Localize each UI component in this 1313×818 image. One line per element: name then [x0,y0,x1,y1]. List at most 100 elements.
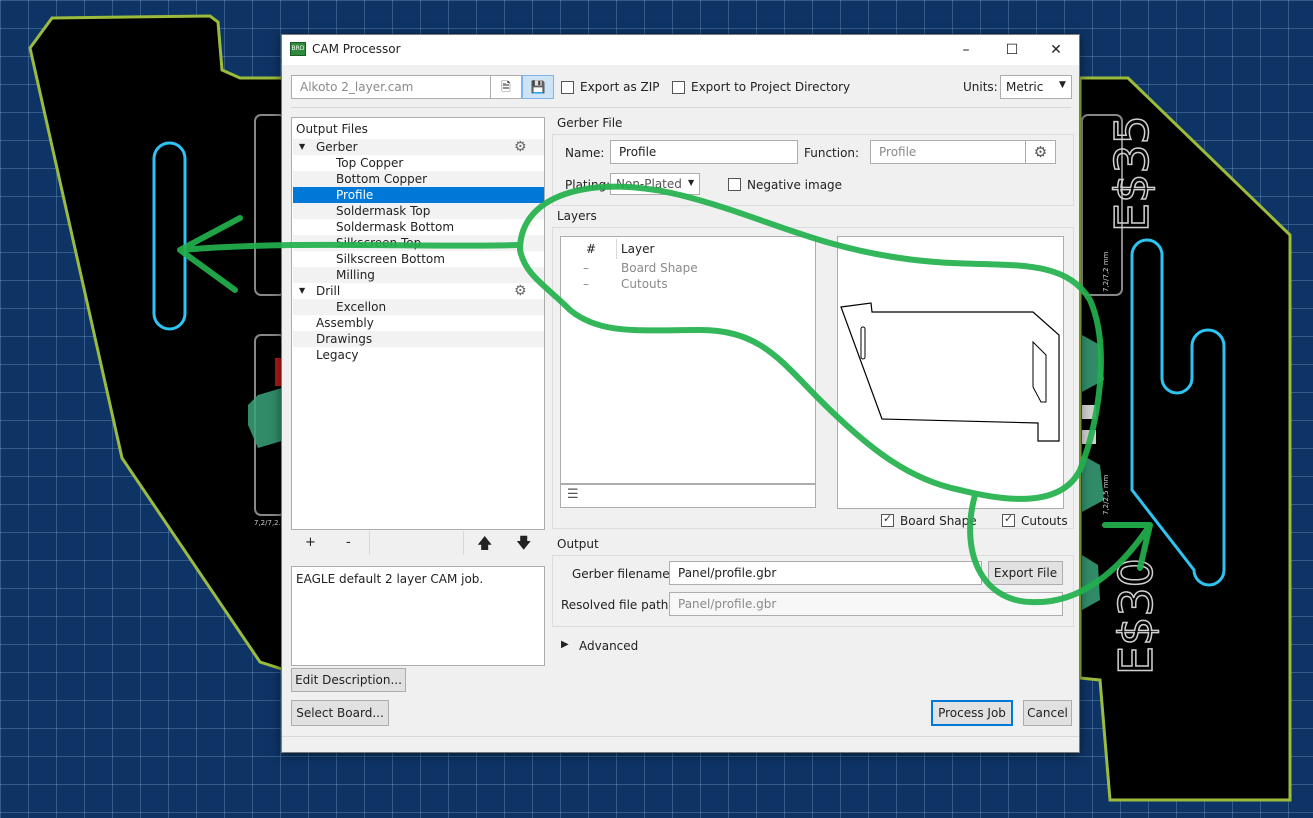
layers-stack-icon[interactable]: ☰ [567,487,579,502]
tree-item-label: Silkscreen Top [336,236,422,250]
gerber-filename-input[interactable]: Panel/profile.gbr [669,561,982,585]
tree-item-label: Soldermask Top [336,204,431,218]
gear-icon[interactable]: ⚙ [514,283,527,299]
negative-image-checkbox[interactable] [728,178,741,191]
name-label: Name: [565,146,605,160]
select-board-button[interactable]: Select Board... [291,700,389,726]
layers-section-title: Layers [557,209,597,223]
cutouts-check-label: Cutouts [1021,514,1068,528]
save-job-button[interactable]: 💾 [522,75,554,99]
layer-row-number: – [583,261,589,275]
move-up-icon[interactable]: 🡅 [477,533,492,558]
tree-group-label: Gerber [316,140,358,154]
open-job-button[interactable]: 🗎 [490,75,522,99]
plating-value: Non-Plated [616,177,682,191]
tree-group-gerber[interactable]: ▼ Gerber ⚙ [293,139,544,155]
tree-item-silkscreen-bottom[interactable]: Silkscreen Bottom [293,251,544,267]
function-label: Function: [804,146,860,160]
minimize-button[interactable]: – [943,35,989,65]
tree-item-drawings[interactable]: Drawings [293,331,544,347]
units-select[interactable]: Metric ▼ [1000,75,1072,99]
advanced-toggle[interactable]: Advanced [579,639,638,653]
negative-image-label: Negative image [747,178,843,192]
description-text: EAGLE default 2 layer CAM job. [296,572,484,586]
plating-label: Plating: [565,178,611,192]
output-files-panel: Output Files ▼ Gerber ⚙ Top Copper Botto… [291,117,545,530]
export-project-dir-checkbox[interactable] [672,81,685,94]
process-job-button[interactable]: Process Job [931,700,1013,726]
gerber-filename-value: Panel/profile.gbr [678,566,777,580]
export-file-button[interactable]: Export File [988,561,1063,585]
layer-row-board-shape[interactable]: Board Shape [621,261,698,275]
gear-icon: ⚙ [1033,143,1048,161]
tree-item-assembly[interactable]: Assembly [293,315,544,331]
silk-label-top: E$35 [1105,115,1159,232]
tree-item-bottom-copper[interactable]: Bottom Copper [293,171,544,187]
silk-label-bottom: E$30 [1109,558,1163,675]
tree-item-excellon[interactable]: Excellon [293,299,544,315]
tree-item-silkscreen-top[interactable]: Silkscreen Top [293,235,544,251]
tree-item-profile[interactable]: Profile [293,187,544,203]
status-bar-divider [282,736,1079,737]
layer-number-header: # [586,242,597,256]
expand-right-icon[interactable]: ▶ [561,639,569,650]
tree-item-label: Top Copper [336,156,404,170]
open-file-icon: 🗎 [501,80,511,94]
tree-item-label: Milling [336,268,375,282]
chevron-down-icon: ▼ [1059,80,1066,90]
board-shape-checkbox[interactable] [881,512,894,527]
app-icon: BRD [290,42,306,56]
export-zip-label: Export as ZIP [580,80,660,94]
board-outline-left [28,14,287,673]
tree-item-label: Assembly [316,316,374,330]
edit-description-button[interactable]: Edit Description... [291,668,406,692]
divider [616,239,617,259]
maximize-button[interactable]: ☐ [989,35,1035,65]
job-file-field[interactable]: Alkoto 2_layer.cam [291,75,491,99]
tree-item-label: Legacy [316,348,359,362]
layers-footer: ☰ [560,484,816,508]
units-label: Units: [963,80,998,94]
cancel-button[interactable]: Cancel [1023,700,1072,726]
layer-row-cutouts[interactable]: Cutouts [621,277,668,291]
move-down-icon[interactable]: 🡇 [516,533,531,558]
tree-item-label: Profile [336,188,374,202]
cam-processor-dialog: BRD CAM Processor – ☐ ✕ Alkoto 2_layer.c… [281,34,1080,753]
layer-row-number: – [583,277,589,291]
tree-item-soldermask-top[interactable]: Soldermask Top [293,203,544,219]
tree-item-label: Bottom Copper [336,172,428,186]
board-preview-svg [838,299,1063,449]
name-input[interactable]: Profile [610,140,798,164]
tree-item-top-copper[interactable]: Top Copper [293,155,544,171]
divider [463,531,464,555]
tree-item-label: Drawings [316,332,373,346]
dim-label-b: 7,2/2,5 mm [1102,474,1110,515]
layer-name-header: Layer [621,242,655,256]
function-gear-button[interactable]: ⚙ [1025,140,1056,164]
tree-group-drill[interactable]: ▼ Drill ⚙ [293,283,544,299]
output-section-title: Output [557,537,599,551]
toolbar-divider [291,107,1071,108]
tree-item-label: Excellon [336,300,387,314]
remove-button[interactable]: - [346,535,351,550]
tree-item-milling[interactable]: Milling [293,267,544,283]
gear-icon[interactable]: ⚙ [514,139,527,155]
tree-item-label: Silkscreen Bottom [336,252,445,266]
cutouts-checkbox[interactable] [1002,512,1015,527]
output-files-header: Output Files [296,122,368,136]
layers-list: # Layer – Board Shape – Cutouts [560,236,816,484]
job-file-name: Alkoto 2_layer.cam [300,80,414,94]
chevron-down-icon: ▼ [688,178,695,187]
close-button[interactable]: ✕ [1033,35,1079,65]
tree-item-soldermask-bottom[interactable]: Soldermask Bottom [293,219,544,235]
export-zip-checkbox[interactable] [561,81,574,94]
plating-select[interactable]: Non-Plated ▼ [610,173,700,195]
units-value: Metric [1006,80,1044,94]
function-field[interactable]: Profile [870,140,1026,164]
resolved-path-field: Panel/profile.gbr [669,592,1063,616]
title-bar: BRD CAM Processor – ☐ ✕ [282,35,1079,65]
export-project-dir-label: Export to Project Directory [691,80,851,94]
add-button[interactable]: + [305,535,316,550]
gerber-file-section-title: Gerber File [557,116,623,130]
tree-item-legacy[interactable]: Legacy [293,347,544,363]
